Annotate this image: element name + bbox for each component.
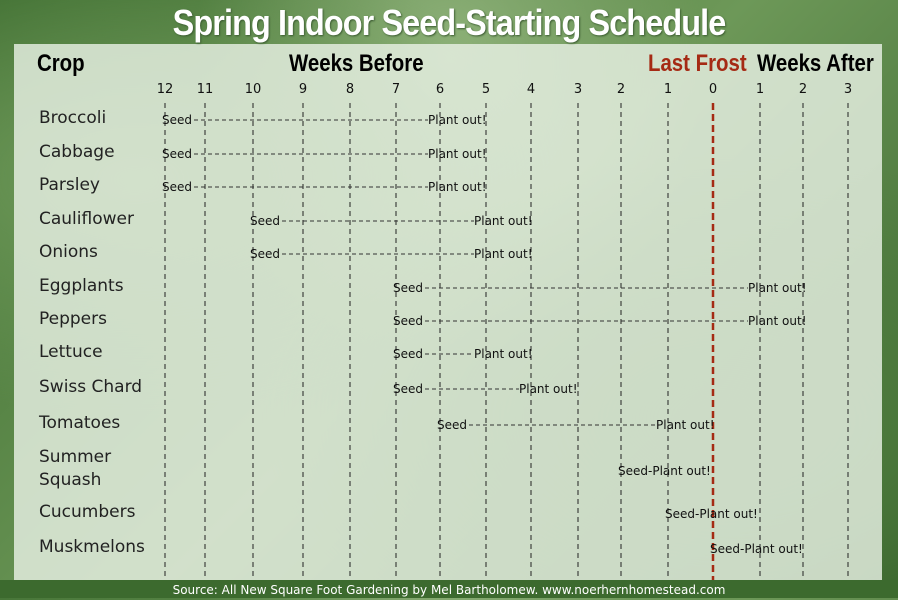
seed-label: Seed [393,347,423,361]
seed-plant-label: Seed-Plant out! [665,507,758,521]
x-tick-label: 1 [756,82,764,97]
x-tick-label: 10 [245,82,262,97]
x-tick-label: 7 [392,82,400,97]
plant-out-label: Plant out! [748,281,807,295]
x-tick-label: 11 [197,82,214,97]
plant-out-label: Plant out! [474,214,533,228]
plant-out-label: Plant out! [656,418,715,432]
seed-label: Seed [250,247,280,261]
plant-out-label: Plant out! [428,180,487,194]
x-tick-label: 3 [574,82,582,97]
seed-label: Seed [393,314,423,328]
x-tick-label: 5 [482,82,490,97]
schedule-chart: 12 11 10 9 8 7 6 5 4 3 2 1 0 1 2 3Seed Plant out!Seed Pla… [157,82,852,580]
x-tick-label: 1 [664,82,672,97]
seed-label: Seed [162,180,192,194]
seed-label: Seed [393,281,423,295]
x-tick-label: 0 [709,82,717,97]
seed-label: Seed [393,382,423,396]
plant-out-label: Plant out! [474,347,533,361]
x-tick-label: 4 [527,82,535,97]
x-tick-label: 2 [617,82,625,97]
x-tick-label: 12 [157,82,174,97]
seed-label: Seed [250,214,280,228]
x-tick-label: 6 [436,82,444,97]
source-footer: Source: All New Square Foot Gardening by… [0,580,898,598]
x-tick-label: 2 [799,82,807,97]
x-tick-label: 8 [346,82,354,97]
seed-label: Seed [437,418,467,432]
plant-out-label: Plant out! [428,147,487,161]
seed-label: Seed [162,113,192,127]
x-tick-label: 3 [844,82,852,97]
seed-label: Seed [162,147,192,161]
plant-out-label: Plant out! [474,247,533,261]
plant-out-label: Plant out! [519,382,578,396]
plant-out-label: Plant out! [428,113,487,127]
seed-plant-label: Seed-Plant out! [710,542,803,556]
seed-plant-label: Seed-Plant out! [618,464,711,478]
x-tick-label: 9 [299,82,307,97]
plant-out-label: Plant out! [748,314,807,328]
